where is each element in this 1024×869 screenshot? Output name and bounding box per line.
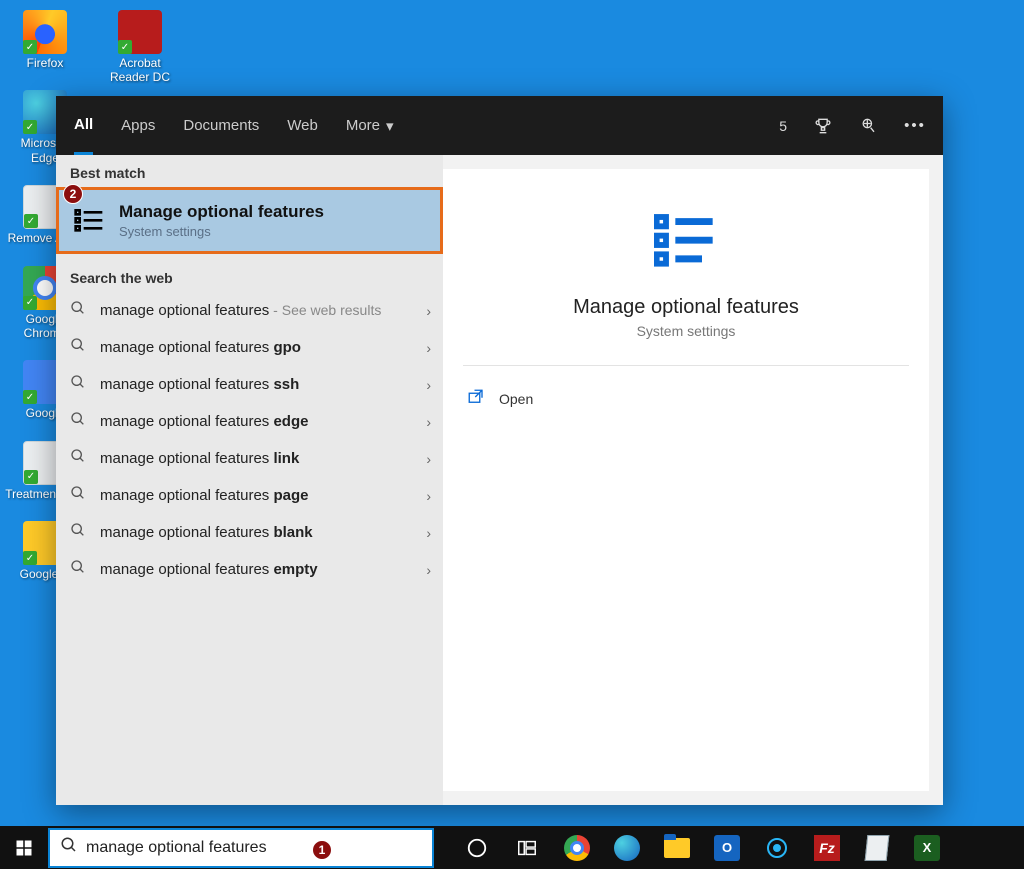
cortana-icon[interactable] <box>452 826 502 869</box>
search-icon <box>68 448 88 469</box>
suggestion-text: manage optional features ssh <box>100 376 414 393</box>
file-explorer-icon[interactable] <box>652 826 702 869</box>
search-icon <box>68 337 88 358</box>
desktop-shortcut-label: Firefox <box>27 56 64 70</box>
groove-icon[interactable] <box>752 826 802 869</box>
taskbar-pinned-apps: O Fz X <box>452 826 952 869</box>
preview-action-label: Open <box>499 391 533 407</box>
search-icon <box>68 485 88 506</box>
preview-title: Manage optional features <box>573 296 799 319</box>
search-results-list: Best match Manage optional features Syst… <box>56 155 443 805</box>
desktop-shortcut[interactable]: ✓ Firefox <box>5 10 85 70</box>
chevron-right-icon[interactable]: › <box>426 562 431 578</box>
search-icon <box>68 411 88 432</box>
chevron-down-icon: ▾ <box>386 117 394 135</box>
best-match-subtitle: System settings <box>119 224 324 239</box>
desktop-shortcut[interactable]: ✓Acrobat Reader DC <box>100 10 180 85</box>
start-button[interactable] <box>0 826 48 869</box>
annotation-badge-2: 2 <box>63 184 83 204</box>
search-icon <box>68 374 88 395</box>
web-search-suggestion[interactable]: manage optional features gpo › <box>56 329 443 366</box>
web-search-suggestion[interactable]: manage optional features link › <box>56 440 443 477</box>
chevron-right-icon[interactable]: › <box>426 377 431 393</box>
search-web-label: Search the web <box>56 260 443 292</box>
tab-documents[interactable]: Documents <box>183 96 259 155</box>
taskbar-search-box[interactable]: 1 <box>48 828 434 868</box>
web-search-suggestion[interactable]: manage optional features blank › <box>56 514 443 551</box>
search-tabs: All Apps Documents Web More ▾ 5 ••• <box>56 96 943 155</box>
acrobat-icon: ✓ <box>118 10 162 54</box>
suggestion-text: manage optional features blank <box>100 524 414 541</box>
search-icon <box>60 836 78 859</box>
annotation-badge-1: 1 <box>312 840 332 860</box>
notepad-icon[interactable] <box>852 826 902 869</box>
best-match-result[interactable]: Manage optional features System settings <box>56 187 443 254</box>
preview-list-icon <box>654 209 718 278</box>
firefox-icon: ✓ <box>23 10 67 54</box>
filezilla-icon[interactable]: Fz <box>802 826 852 869</box>
search-preview-pane: Manage optional features System settings… <box>443 169 929 791</box>
chevron-right-icon[interactable]: › <box>426 451 431 467</box>
ellipsis-icon[interactable]: ••• <box>905 116 925 136</box>
outlook-icon[interactable]: O <box>702 826 752 869</box>
best-match-title: Manage optional features <box>119 202 324 222</box>
suggestion-text: manage optional features edge <box>100 413 414 430</box>
chevron-right-icon[interactable]: › <box>426 303 431 319</box>
rewards-points[interactable]: 5 <box>779 118 787 134</box>
web-search-suggestion[interactable]: manage optional features page › <box>56 477 443 514</box>
search-icon <box>68 559 88 580</box>
suggestion-text: manage optional features gpo <box>100 339 414 356</box>
settings-list-icon <box>71 203 107 239</box>
suggestion-text: manage optional features link <box>100 450 414 467</box>
preview-subtitle: System settings <box>637 323 736 339</box>
tab-more[interactable]: More ▾ <box>346 96 394 155</box>
search-panel: All Apps Documents Web More ▾ 5 ••• Best… <box>56 96 943 805</box>
taskview-icon[interactable] <box>502 826 552 869</box>
excel-icon[interactable]: X <box>902 826 952 869</box>
web-search-suggestion[interactable]: manage optional features empty › <box>56 551 443 588</box>
taskbar: 1 O Fz X <box>0 826 1024 869</box>
search-icon <box>68 522 88 543</box>
best-match-label: Best match <box>56 155 443 187</box>
chevron-right-icon[interactable]: › <box>426 488 431 504</box>
trophy-icon[interactable] <box>813 116 833 136</box>
tab-more-label: More <box>346 117 380 134</box>
open-icon <box>467 388 485 409</box>
chevron-right-icon[interactable]: › <box>426 340 431 356</box>
desktop-icons-col2: ✓Acrobat Reader DC <box>100 10 190 85</box>
web-search-suggestion[interactable]: manage optional features edge › <box>56 403 443 440</box>
chevron-right-icon[interactable]: › <box>426 525 431 541</box>
chrome-icon[interactable] <box>552 826 602 869</box>
desktop-shortcut-label: Acrobat Reader DC <box>100 56 180 85</box>
chevron-right-icon[interactable]: › <box>426 414 431 430</box>
web-search-suggestion[interactable]: manage optional features ssh › <box>56 366 443 403</box>
tab-apps[interactable]: Apps <box>121 96 155 155</box>
suggestion-text: manage optional features - See web resul… <box>100 302 414 319</box>
taskbar-search-input[interactable] <box>86 839 422 857</box>
web-search-suggestion[interactable]: manage optional features - See web resul… <box>56 292 443 329</box>
search-icon <box>68 300 88 321</box>
edge-icon[interactable] <box>602 826 652 869</box>
suggestion-text: manage optional features empty <box>100 561 414 578</box>
divider <box>463 365 909 366</box>
preview-action-open[interactable]: Open <box>463 380 909 417</box>
suggestion-text: manage optional features page <box>100 487 414 504</box>
tab-web[interactable]: Web <box>287 96 318 155</box>
feedback-icon[interactable] <box>859 116 879 136</box>
tab-all[interactable]: All <box>74 96 93 155</box>
